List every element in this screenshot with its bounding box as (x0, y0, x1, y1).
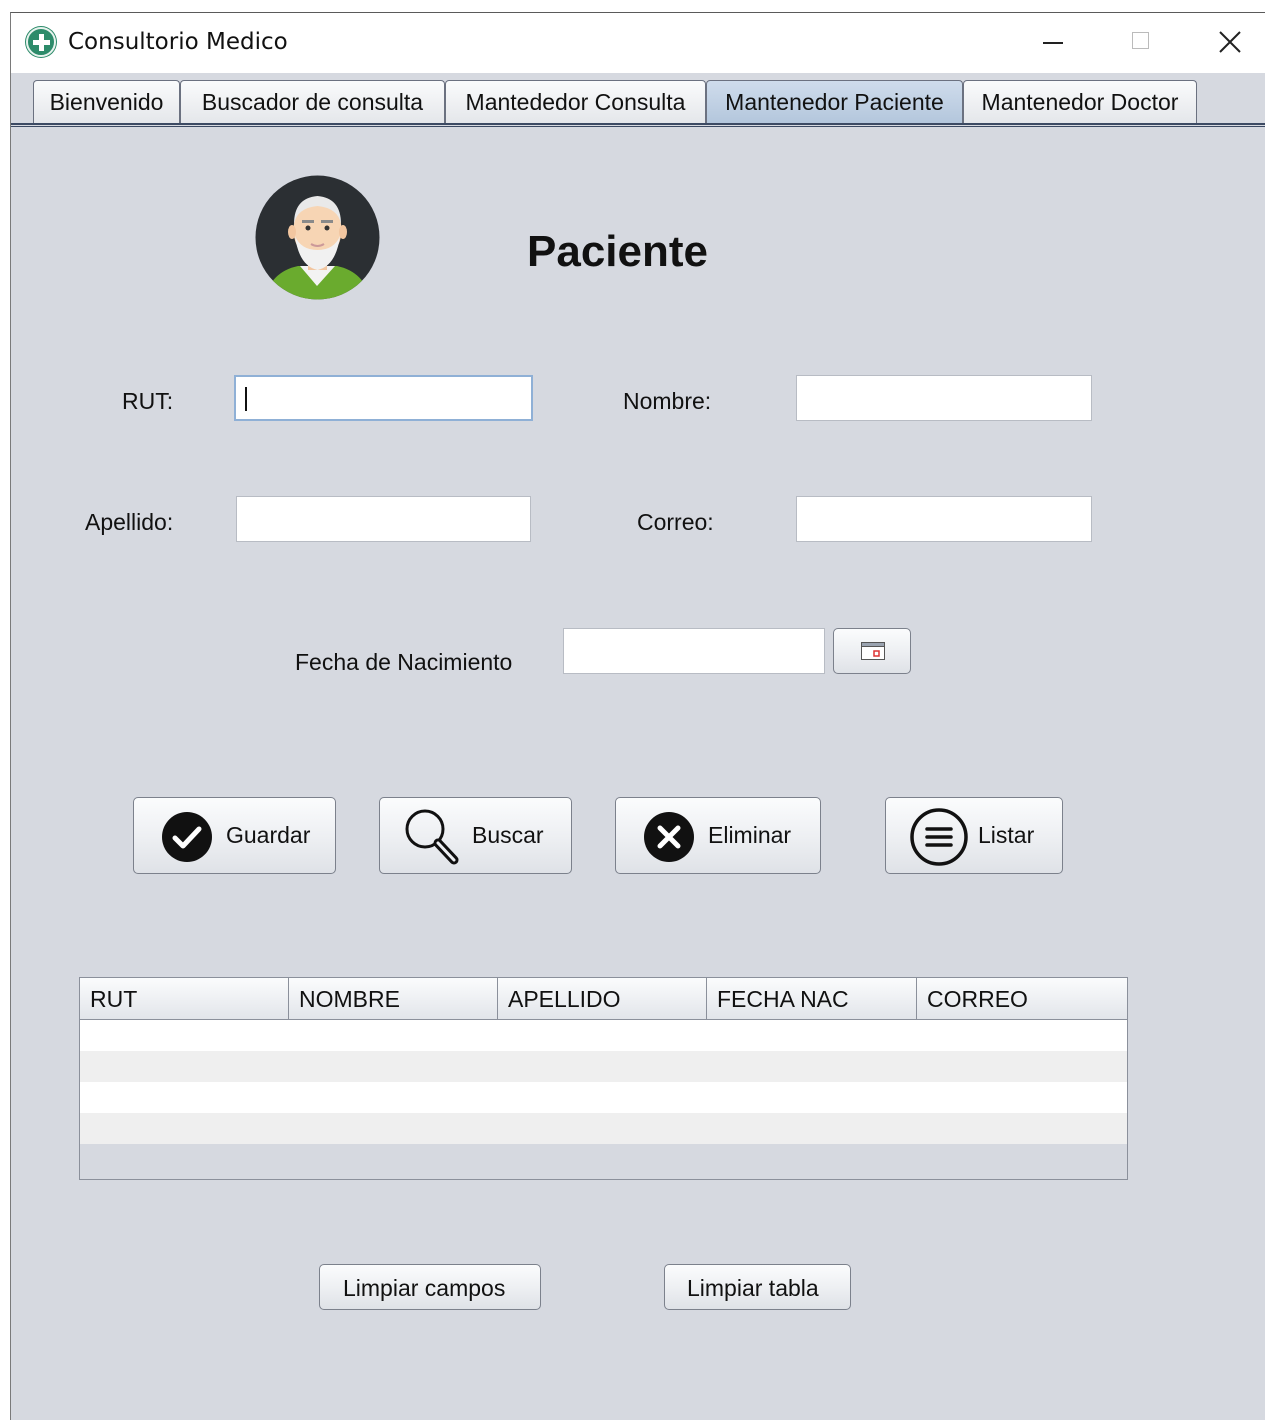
buscar-label: Buscar (472, 822, 544, 848)
correo-label: Correo: (637, 509, 714, 535)
tab-label: Mantenedor Doctor (981, 89, 1179, 115)
correo-field[interactable] (796, 496, 1092, 542)
magnifier-icon (405, 809, 459, 865)
date-picker-button[interactable] (833, 628, 911, 674)
page-title: Paciente (527, 227, 708, 276)
title-bar: Consultorio Medico (11, 13, 1265, 73)
close-icon (1219, 31, 1241, 53)
calendar-icon (861, 642, 885, 660)
eliminar-label: Eliminar (708, 822, 792, 848)
rut-label: RUT: (122, 388, 174, 414)
limpiar-campos-label: Limpiar campos (343, 1275, 506, 1301)
tab-label: Mantenedor Paciente (725, 89, 944, 115)
x-circle-icon (644, 812, 694, 862)
limpiar-campos-button[interactable]: Limpiar campos (319, 1264, 541, 1310)
app-window: Consultorio Medico Bienvenido Buscador d… (10, 12, 1265, 1420)
column-header-fecha-nac[interactable]: FECHA NAC (707, 978, 917, 1020)
tab-mantededor-consulta[interactable]: Mantededor Consulta (445, 80, 706, 124)
guardar-label: Guardar (226, 822, 311, 848)
column-header-apellido[interactable]: APELLIDO (498, 978, 707, 1020)
tab-mantenedor-doctor[interactable]: Mantenedor Doctor (963, 80, 1197, 124)
tab-buscador-de-consulta[interactable]: Buscador de consulta (180, 80, 445, 124)
limpiar-tabla-label: Limpiar tabla (687, 1275, 819, 1301)
nombre-field[interactable] (796, 375, 1092, 421)
tab-divider (11, 123, 1265, 127)
patients-table[interactable]: RUT NOMBRE APELLIDO FECHA NAC CORREO (79, 977, 1128, 1180)
table-row[interactable] (80, 1082, 1127, 1113)
list-circle-icon (910, 808, 968, 866)
text-caret (245, 387, 247, 411)
close-button[interactable] (1185, 13, 1265, 71)
tab-bienvenido[interactable]: Bienvenido (33, 80, 180, 124)
medical-cross-icon (26, 27, 56, 57)
limpiar-tabla-button[interactable]: Limpiar tabla (664, 1264, 851, 1310)
fecha-nacimiento-label: Fecha de Nacimiento (295, 649, 513, 675)
eliminar-button[interactable]: Eliminar (615, 797, 821, 874)
listar-button[interactable]: Listar (885, 797, 1063, 874)
minimize-button[interactable] (1009, 13, 1097, 71)
table-row[interactable] (80, 1113, 1127, 1144)
column-header-nombre[interactable]: NOMBRE (289, 978, 498, 1020)
tab-label: Bienvenido (49, 89, 164, 115)
column-header-correo[interactable]: CORREO (917, 978, 1127, 1020)
buscar-button[interactable]: Buscar (379, 797, 572, 874)
maximize-button[interactable] (1097, 13, 1185, 71)
elderly-patient-avatar-icon (255, 175, 380, 300)
tab-label: Mantededor Consulta (465, 89, 686, 115)
listar-label: Listar (978, 822, 1035, 848)
table-row[interactable] (80, 1051, 1127, 1082)
column-header-rut[interactable]: RUT (80, 978, 289, 1020)
apellido-field[interactable] (236, 496, 531, 542)
fecha-nacimiento-field[interactable] (563, 628, 825, 674)
table-row[interactable] (80, 1020, 1127, 1051)
apellido-label: Apellido: (85, 509, 174, 535)
guardar-button[interactable]: Guardar (133, 797, 336, 874)
tab-label: Buscador de consulta (201, 89, 424, 115)
nombre-label: Nombre: (623, 388, 712, 414)
rut-field[interactable] (234, 375, 533, 421)
window-title: Consultorio Medico (68, 29, 288, 55)
tab-mantenedor-paciente[interactable]: Mantenedor Paciente (706, 80, 963, 124)
checkmark-circle-icon (162, 812, 212, 862)
